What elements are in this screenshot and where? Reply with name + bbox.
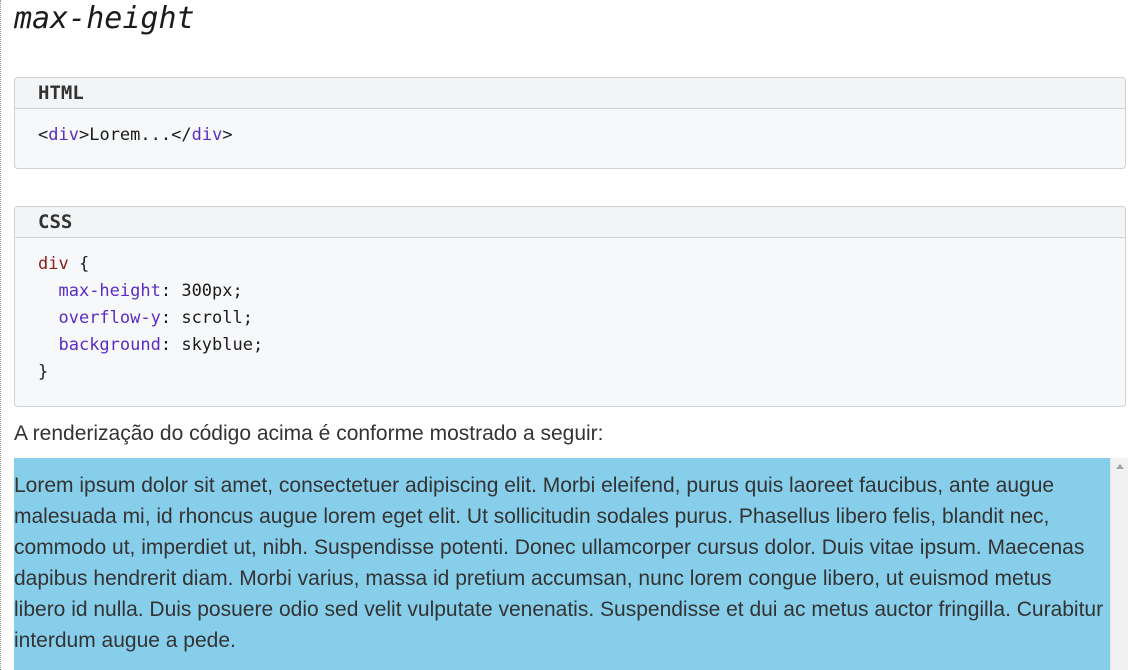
html-code-header: HTML <box>15 78 1125 109</box>
css-value: skyblue <box>181 335 253 355</box>
demo-scrollbar[interactable] <box>1110 458 1128 670</box>
html-code-body: <div>Lorem...</div> <box>15 109 1125 149</box>
html-content: Lorem... <box>89 125 172 145</box>
css-value: scroll <box>181 308 243 328</box>
html-close-gt: > <box>222 125 233 145</box>
page-heading: max-height <box>14 1 195 36</box>
chevron-up-icon[interactable] <box>1116 464 1124 469</box>
css-property: background <box>58 335 161 355</box>
css-value: 300px <box>181 281 233 301</box>
css-code-header: CSS <box>15 207 1125 238</box>
css-selector: div <box>38 254 69 274</box>
html-close-tag: div <box>191 125 223 145</box>
html-open-tag: div <box>48 125 79 145</box>
css-code-body: div { max-height: 300px; overflow-y: scr… <box>38 254 264 382</box>
html-open-gt: > <box>78 125 90 145</box>
html-open-lt: < <box>38 125 49 145</box>
css-code-example: CSS div { max-height: 300px; overflow-y:… <box>14 206 1126 407</box>
html-close-lt: </ <box>171 125 192 145</box>
css-property: max-height <box>58 281 161 301</box>
css-close-brace: } <box>38 362 49 382</box>
css-property: overflow-y <box>58 308 161 328</box>
left-margin-rule <box>0 0 1 670</box>
css-open-brace: { <box>68 254 90 274</box>
render-caption: A renderização do código acima é conform… <box>14 422 604 445</box>
html-code-example: HTML <div>Lorem...</div> <box>14 77 1126 169</box>
rendered-demo-box[interactable]: Lorem ipsum dolor sit amet, consectetuer… <box>14 458 1110 670</box>
rendered-demo-text: Lorem ipsum dolor sit amet, consectetuer… <box>14 474 1104 652</box>
